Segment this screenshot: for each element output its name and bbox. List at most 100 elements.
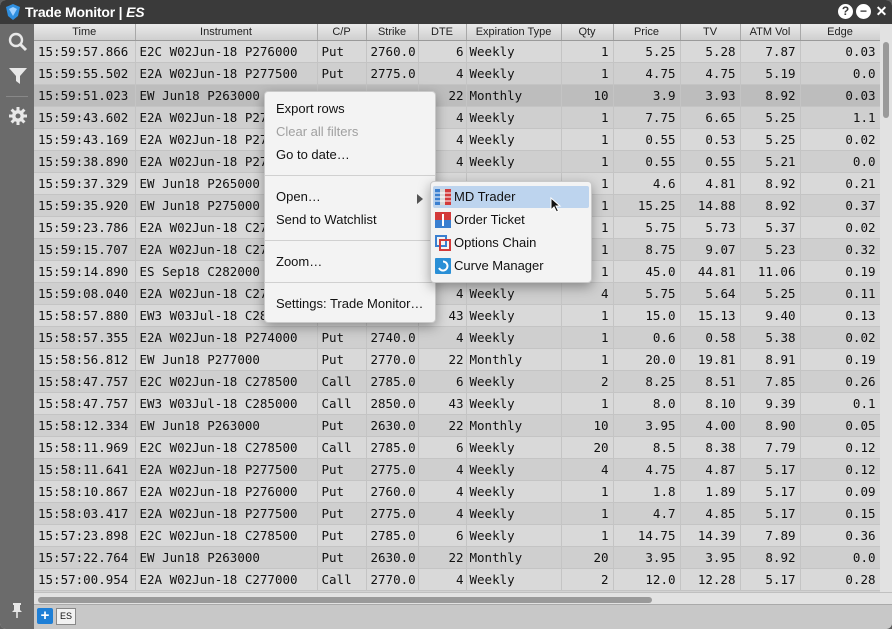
- table-cell: EW3 W03Jul-18 C285000: [135, 392, 318, 415]
- table-cell: 15:59:37.329: [34, 172, 136, 195]
- table-row[interactable]: 15:59:57.866 E2C W02Jun-18 P276000 Put 2760…: [34, 40, 880, 63]
- table-cell: 4: [418, 480, 467, 503]
- table-cell: 0.19: [800, 260, 880, 283]
- table-cell: 0.0: [800, 62, 880, 85]
- table-cell: 0.37: [800, 194, 880, 217]
- table-row[interactable]: 15:57:23.898 E2C W02Jun-18 C278500 Put 2785…: [34, 524, 880, 547]
- column-header-edge[interactable]: Edge: [800, 24, 880, 41]
- tab-es[interactable]: ES: [56, 608, 76, 625]
- trade-table: Time Instrument C/P Strike DTE Expiration Typ…: [34, 24, 880, 592]
- table-cell: 14.75: [613, 524, 681, 547]
- menu-item-go-to-date[interactable]: Go to date…: [276, 147, 350, 162]
- column-header-expiration-type[interactable]: Expiration Type: [466, 24, 562, 41]
- table-row[interactable]: 15:57:22.764 EW Jun18 P263000 Put 2630.0 22 M…: [34, 546, 880, 569]
- table-cell: 3.9: [613, 84, 681, 107]
- add-tab-button[interactable]: +: [37, 608, 53, 624]
- table-cell: 2760.0: [366, 480, 419, 503]
- table-row[interactable]: 15:58:57.880 EW3 W03Jul-18 C2825 43 Weekly 1…: [34, 304, 880, 327]
- table-cell: 2775.0: [366, 458, 419, 481]
- table-cell: 3.95: [613, 546, 681, 569]
- column-header-strike[interactable]: Strike: [366, 24, 419, 41]
- submenu-item-order-ticket[interactable]: Order Ticket: [433, 209, 589, 231]
- table-cell: 1: [561, 348, 614, 371]
- table-cell: 0.55: [680, 150, 741, 173]
- menu-separator: [265, 175, 435, 176]
- table-cell: Put: [317, 480, 367, 503]
- column-header-dte[interactable]: DTE: [418, 24, 467, 41]
- table-row[interactable]: 15:58:57.355 E2A W02Jun-18 P274000 Put 2740…: [34, 326, 880, 349]
- table-row[interactable]: 15:59:43.169 E2A W02Jun-18 P2740 4 Weekly 1 0…: [34, 128, 880, 151]
- table-cell: 20.0: [613, 348, 681, 371]
- table-cell: 9.39: [740, 392, 801, 415]
- table-cell: 8.0: [613, 392, 681, 415]
- table-cell: 4.00: [680, 414, 741, 437]
- submenu-item-md-trader[interactable]: MD Trader: [433, 186, 589, 208]
- column-header-atm-vol[interactable]: ATM Vol: [740, 24, 801, 41]
- horizontal-scroll-thumb[interactable]: [38, 597, 652, 603]
- table-cell: 2770.0: [366, 568, 419, 591]
- table-cell: Put: [317, 458, 367, 481]
- table-row[interactable]: 15:59:51.023 EW Jun18 P263000 22 Monthly 10 3…: [34, 84, 880, 107]
- table-cell: 1: [561, 524, 614, 547]
- options-chain-icon: [435, 235, 451, 251]
- table-cell: 3.95: [680, 546, 741, 569]
- menu-item-zoom[interactable]: Zoom…: [276, 254, 322, 269]
- table-cell: 2630.0: [366, 414, 419, 437]
- table-row[interactable]: 15:58:47.757 EW3 W03Jul-18 C285000 Call 285…: [34, 392, 880, 415]
- table-cell: 2770.0: [366, 348, 419, 371]
- table-row[interactable]: 15:59:43.602 E2A W02Jun-18 P2780 4 Weekly 1 7…: [34, 106, 880, 129]
- table-row[interactable]: 15:59:08.040 E2A W02Jun-18 C2780 4 Weekly 4 5…: [34, 282, 880, 305]
- table-cell: 8.10: [680, 392, 741, 415]
- table-row[interactable]: 15:58:47.757 E2C W02Jun-18 C278500 Call 278…: [34, 370, 880, 393]
- table-cell: E2A W02Jun-18 C277000: [135, 568, 318, 591]
- pin-icon[interactable]: [10, 602, 24, 618]
- column-header-c-p[interactable]: C/P: [317, 24, 367, 41]
- submenu-item-curve-manager[interactable]: Curve Manager: [433, 255, 589, 277]
- table-cell: Monthly: [466, 348, 562, 371]
- table-cell: Weekly: [466, 568, 562, 591]
- gear-icon[interactable]: [8, 106, 28, 126]
- minimize-icon[interactable]: −: [856, 4, 871, 19]
- table-cell: 1.8: [613, 480, 681, 503]
- menu-item-settings[interactable]: Settings: Trade Monitor…: [276, 296, 423, 311]
- table-row[interactable]: 15:58:10.867 E2A W02Jun-18 P276000 Put 2760…: [34, 480, 880, 503]
- filter-icon[interactable]: [8, 66, 28, 86]
- table-row[interactable]: 15:59:38.890 E2A W02Jun-18 P2740 4 Weekly 1 0…: [34, 150, 880, 173]
- table-cell: E2A W02Jun-18 P277500: [135, 458, 318, 481]
- search-icon[interactable]: [8, 32, 28, 52]
- column-header-tv[interactable]: TV: [680, 24, 741, 41]
- column-header-qty[interactable]: Qty: [561, 24, 614, 41]
- table-cell: 4.6: [613, 172, 681, 195]
- vertical-scrollbar[interactable]: [880, 24, 892, 592]
- table-cell: 0.03: [800, 84, 880, 107]
- table-cell: 1: [561, 304, 614, 327]
- table-cell: 1: [561, 128, 614, 151]
- table-cell: 4: [418, 458, 467, 481]
- table-row[interactable]: 15:58:03.417 E2A W02Jun-18 P277500 Put 2775…: [34, 502, 880, 525]
- table-cell: 5.19: [740, 62, 801, 85]
- title-bar[interactable]: Trade Monitor | ES ? − ✕: [0, 0, 892, 24]
- column-header-price[interactable]: Price: [613, 24, 681, 41]
- table-row[interactable]: 15:58:12.334 EW Jun18 P263000 Put 2630.0 22 M…: [34, 414, 880, 437]
- menu-item-open[interactable]: Open…: [276, 189, 321, 204]
- table-cell: 8.92: [740, 546, 801, 569]
- help-icon[interactable]: ?: [838, 4, 853, 19]
- submenu-item-options-chain[interactable]: Options Chain: [433, 232, 589, 254]
- vertical-scroll-thumb[interactable]: [883, 42, 889, 118]
- table-row[interactable]: 15:58:56.812 EW Jun18 P277000 Put 2770.0 22 M…: [34, 348, 880, 371]
- table-cell: Put: [317, 348, 367, 371]
- table-cell: 0.1: [800, 392, 880, 415]
- table-row[interactable]: 15:58:11.641 E2A W02Jun-18 P277500 Put 2775…: [34, 458, 880, 481]
- table-cell: 43: [418, 392, 467, 415]
- column-header-instrument[interactable]: Instrument: [135, 24, 318, 41]
- menu-item-send-to-watchlist[interactable]: Send to Watchlist: [276, 212, 377, 227]
- menu-item-export-rows[interactable]: Export rows: [276, 101, 345, 116]
- table-row[interactable]: 15:57:00.954 E2A W02Jun-18 C277000 Call 277…: [34, 568, 880, 591]
- table-row[interactable]: 15:59:55.502 E2A W02Jun-18 P277500 Put 2775…: [34, 62, 880, 85]
- table-cell: 20: [561, 546, 614, 569]
- column-header-time[interactable]: Time: [34, 24, 136, 41]
- close-icon[interactable]: ✕: [874, 4, 889, 19]
- table-cell: Monthly: [466, 84, 562, 107]
- table-row[interactable]: 15:58:11.969 E2C W02Jun-18 C278500 Call 278…: [34, 436, 880, 459]
- table-cell: 6: [418, 524, 467, 547]
